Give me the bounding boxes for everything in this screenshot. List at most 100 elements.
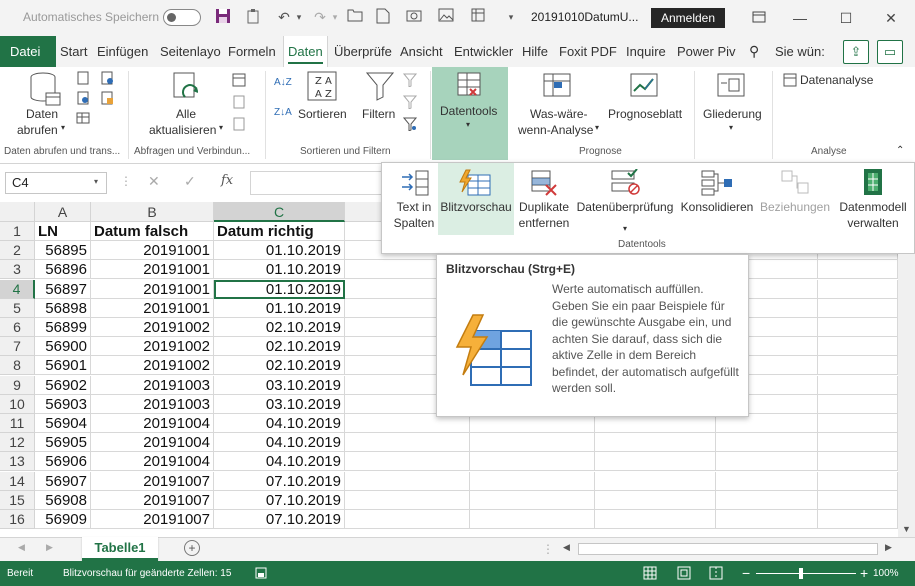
table-cell[interactable]: 56906: [35, 452, 91, 472]
table-cell[interactable]: 56909: [35, 510, 91, 529]
datenanalyse-button[interactable]: Datenanalyse: [800, 73, 873, 87]
table-cell[interactable]: 02.10.2019: [214, 318, 345, 337]
search-icon[interactable]: ⚲: [749, 36, 759, 67]
tab-split-handle[interactable]: ⋮: [542, 542, 554, 556]
table-cell[interactable]: 20191001: [91, 298, 214, 318]
tab-foxit-pdf[interactable]: Foxit PDF: [559, 36, 617, 67]
redo-dropdown-icon[interactable]: ▾: [326, 8, 344, 26]
from-web-icon[interactable]: [76, 91, 90, 105]
from-text-icon[interactable]: [76, 71, 90, 85]
empty-cells[interactable]: [345, 490, 898, 510]
row-header[interactable]: 4: [0, 279, 35, 299]
table-cell[interactable]: 56908: [35, 490, 91, 510]
table-cell[interactable]: 07.10.2019: [214, 510, 345, 529]
select-all-corner[interactable]: [0, 202, 35, 222]
table-cell[interactable]: 04.10.2019: [214, 414, 345, 433]
zoom-slider-thumb[interactable]: [799, 568, 803, 579]
filtern-button[interactable]: Filtern: [362, 107, 395, 121]
table-cell[interactable]: 01.10.2019: [214, 298, 345, 318]
table-cell[interactable]: 01.10.2019: [214, 241, 345, 261]
prognoseblatt-button[interactable]: Prognoseblatt: [608, 107, 682, 121]
row-header[interactable]: 8: [0, 356, 35, 376]
table-cell[interactable]: 20191007: [91, 471, 214, 491]
zoom-slider[interactable]: [756, 573, 856, 574]
tab-seitenlayout[interactable]: Seitenlayo: [160, 36, 224, 67]
table-cell[interactable]: 02.10.2019: [214, 337, 345, 357]
normal-view-icon[interactable]: [643, 566, 657, 583]
table-cell[interactable]: LN: [35, 222, 91, 241]
empty-cells[interactable]: [345, 452, 898, 472]
add-sheet-icon[interactable]: +: [184, 540, 200, 556]
blitzvorschau-button[interactable]: Blitzvorschau: [438, 163, 514, 235]
table-cell[interactable]: 20191002: [91, 356, 214, 376]
insert-function-icon[interactable]: fx: [221, 173, 233, 188]
table-cell[interactable]: 04.10.2019: [214, 452, 345, 472]
row-header[interactable]: 9: [0, 375, 35, 395]
tab-inquire[interactable]: Inquire: [626, 36, 666, 67]
data-analysis-icon[interactable]: [783, 73, 797, 87]
table-cell[interactable]: 20191002: [91, 318, 214, 337]
autosave-toggle[interactable]: [163, 9, 201, 26]
open-folder-icon[interactable]: [346, 8, 364, 26]
scroll-sheets-right-icon[interactable]: ▶: [46, 542, 53, 553]
signin-button[interactable]: Anmelden: [651, 8, 725, 28]
duplikate-entfernen-button[interactable]: Duplikate entfernen: [514, 163, 574, 235]
customize-qat-icon[interactable]: ▾: [502, 8, 520, 26]
daten-abrufen-label2[interactable]: abrufen: [17, 123, 58, 137]
scroll-sheets-left-icon[interactable]: ◀: [18, 542, 25, 553]
table-cell[interactable]: 20191004: [91, 414, 214, 433]
row-header[interactable]: 5: [0, 298, 35, 318]
tab-ansicht[interactable]: Ansicht: [400, 36, 443, 67]
gliederung-button[interactable]: Gliederung: [703, 107, 762, 121]
minimize-icon[interactable]: —: [788, 6, 812, 30]
datenmodell-verwalten-button[interactable]: Datenmodell verwalten: [834, 163, 912, 235]
paste-icon[interactable]: [245, 8, 263, 26]
table-cell[interactable]: 20191003: [91, 375, 214, 395]
table-cell[interactable]: 20191001: [91, 260, 214, 280]
datentools-button[interactable]: Datentools ▾: [432, 67, 508, 160]
daten-abrufen-label[interactable]: Daten: [26, 107, 58, 121]
table-cell[interactable]: 56899: [35, 318, 91, 337]
was-waere-label2[interactable]: wenn-Analyse: [518, 123, 593, 137]
row-header[interactable]: 6: [0, 318, 35, 337]
table-cell[interactable]: 20191001: [91, 279, 214, 299]
tell-me-input[interactable]: Sie wün:: [775, 36, 825, 67]
row-header[interactable]: 3: [0, 260, 35, 280]
empty-cells[interactable]: [345, 433, 898, 453]
column-header-b[interactable]: B: [91, 202, 214, 222]
comments-button[interactable]: ▭: [877, 40, 903, 64]
column-header-a[interactable]: A: [35, 202, 91, 222]
row-header[interactable]: 2: [0, 241, 35, 261]
table-cell[interactable]: 56904: [35, 414, 91, 433]
clear-filter-icon[interactable]: [402, 73, 418, 88]
table-cell[interactable]: 20191004: [91, 452, 214, 472]
empty-cells[interactable]: [345, 510, 898, 529]
table-cell[interactable]: 56905: [35, 433, 91, 453]
close-icon[interactable]: ✕: [879, 6, 903, 30]
hscroll-left-icon[interactable]: ◀: [563, 542, 570, 553]
table-cell[interactable]: 02.10.2019: [214, 356, 345, 376]
table-cell[interactable]: 03.10.2019: [214, 394, 345, 414]
tab-power-pivot[interactable]: Power Piv: [677, 36, 736, 67]
alle-aktualisieren-dropdown-icon[interactable]: ▾: [219, 123, 223, 132]
tab-entwickler[interactable]: Entwickler: [454, 36, 513, 67]
beziehungen-button[interactable]: Beziehungen: [758, 163, 832, 235]
alle-aktualisieren-label2[interactable]: aktualisieren: [149, 123, 216, 137]
table-cell[interactable]: 20191001: [91, 241, 214, 261]
row-header[interactable]: 11: [0, 414, 35, 433]
tab-formeln[interactable]: Formeln: [228, 36, 276, 67]
table-cell[interactable]: 56898: [35, 298, 91, 318]
undo-dropdown-icon[interactable]: ▾: [290, 8, 308, 26]
sortieren-button[interactable]: Sortieren: [298, 107, 347, 121]
table-cell[interactable]: Datum falsch: [91, 222, 214, 241]
table-cell[interactable]: 56903: [35, 394, 91, 414]
tab-daten[interactable]: Daten: [283, 36, 328, 67]
row-header[interactable]: 12: [0, 433, 35, 453]
ribbon-display-icon[interactable]: [747, 6, 771, 30]
table-cell[interactable]: 56895: [35, 241, 91, 261]
active-cell[interactable]: 01.10.2019: [214, 279, 345, 299]
enter-formula-icon[interactable]: ✓: [184, 173, 196, 190]
tab-ueberpruefen[interactable]: Überprüfe: [334, 36, 392, 67]
camera-icon[interactable]: [405, 8, 423, 26]
table-cell[interactable]: 56897: [35, 279, 91, 299]
